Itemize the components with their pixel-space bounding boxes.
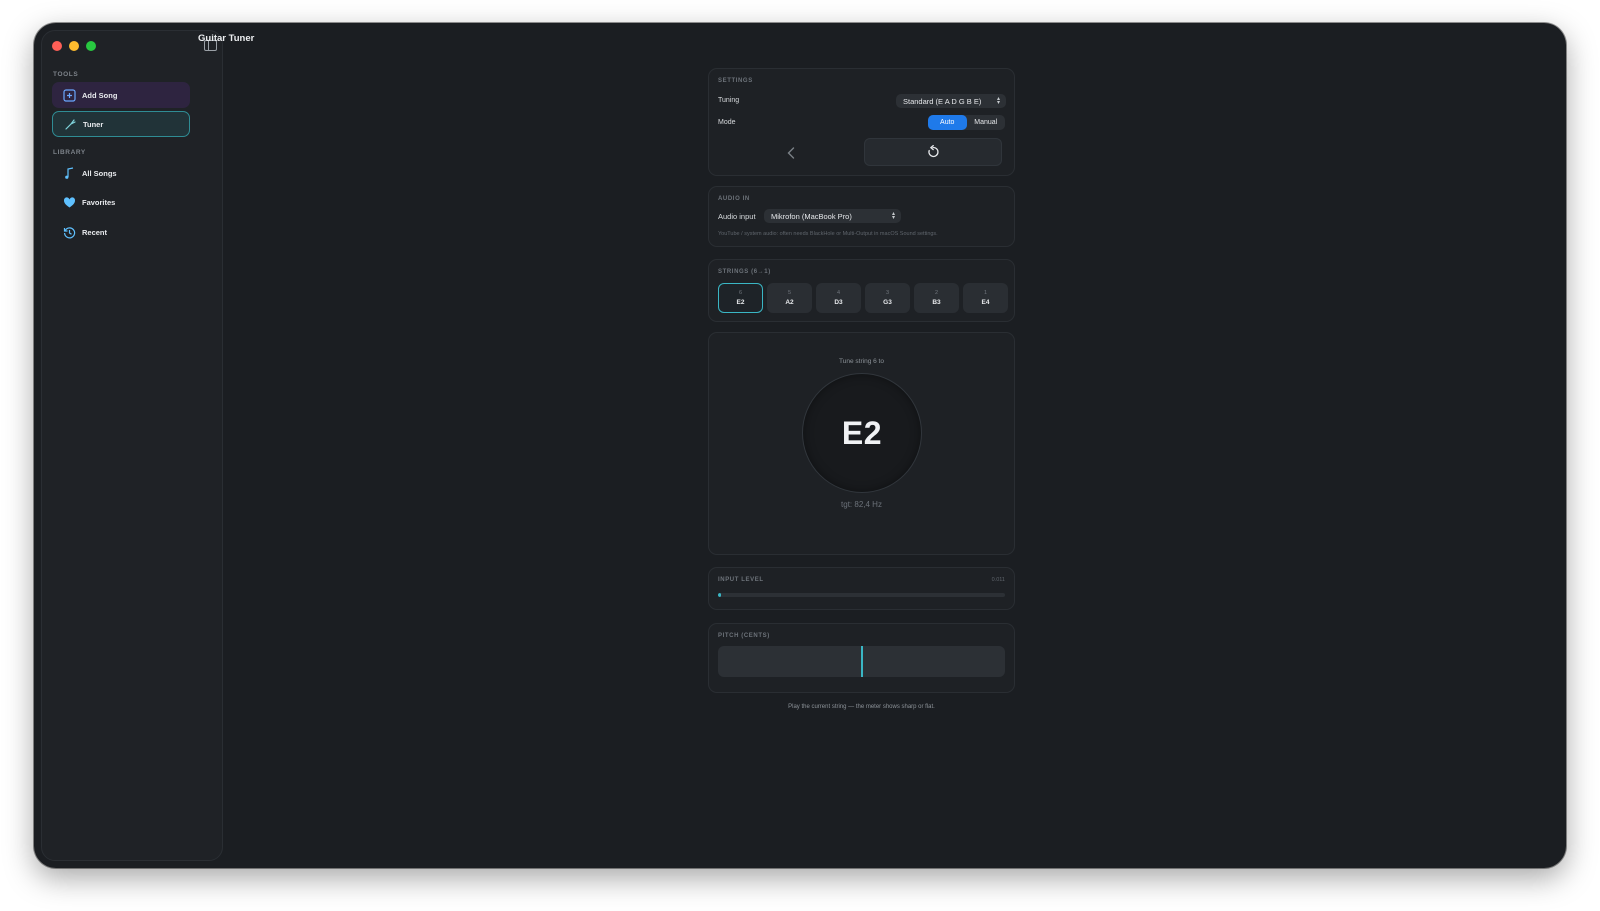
string-number: 3 (885, 290, 890, 296)
tools-section-label: TOOLS (53, 71, 79, 78)
history-icon (62, 225, 76, 239)
zoom-window-button[interactable] (86, 41, 96, 51)
tuning-fork-icon (63, 117, 77, 131)
sidebar-item-label: All Songs (82, 168, 117, 178)
audio-in-card: AUDIO IN Audio input Mikrofon (MacBook P… (708, 186, 1015, 247)
mode-segmented-control: Auto Manual (928, 115, 1005, 130)
string-note: B3 (932, 299, 941, 306)
strings-card: STRINGS (6→1) 6 E2 5 A2 4 D3 3 G3 2 B3 1… (708, 259, 1015, 322)
audio-input-label: Audio input (718, 212, 756, 221)
sidebar-item-favorites[interactable]: Favorites (52, 189, 190, 215)
string-button-5[interactable]: 5 A2 (767, 283, 812, 313)
previous-string-button[interactable] (784, 145, 798, 161)
string-note: G3 (883, 299, 892, 306)
pitch-meter (718, 646, 1005, 677)
audio-input-hint: YouTube / system audio: often needs Blac… (718, 231, 938, 237)
sidebar: TOOLS Add Song Tuner LIBRARY All Songs F (41, 30, 223, 861)
sidebar-item-all-songs[interactable]: All Songs (52, 160, 190, 186)
string-note: E4 (981, 299, 990, 306)
input-level-card: INPUT LEVEL 0.011 (708, 567, 1015, 610)
window-title: Guitar Tuner (198, 33, 255, 44)
sidebar-item-label: Add Song (82, 90, 118, 100)
reset-arrow-icon (928, 145, 939, 158)
pitch-card: PITCH (CENTS) (708, 623, 1015, 693)
window-controls (52, 41, 96, 51)
chevron-updown-icon: ▴ ▾ (996, 96, 1000, 106)
audio-input-select[interactable]: Mikrofon (MacBook Pro) ▴ ▾ (764, 209, 901, 223)
string-number: 1 (983, 290, 988, 296)
strings-section-label: STRINGS (6→1) (718, 269, 771, 275)
string-button-3[interactable]: 3 G3 (865, 283, 910, 313)
footer-instructions: Play the current string — the meter show… (788, 704, 935, 710)
tuning-label: Tuning (718, 97, 740, 104)
input-level-label: INPUT LEVEL (718, 577, 764, 583)
sidebar-item-tuner[interactable]: Tuner (52, 111, 190, 137)
sidebar-item-label: Favorites (82, 197, 116, 207)
chevron-updown-icon: ▴ ▾ (891, 211, 895, 221)
settings-card: SETTINGS Tuning Standard (E A D G B E) ▴… (708, 68, 1015, 176)
pitch-label: PITCH (CENTS) (718, 633, 770, 639)
string-number: 5 (787, 290, 792, 296)
mode-auto-option[interactable]: Auto (928, 115, 967, 130)
note-dial: E2 (802, 373, 922, 493)
string-number: 2 (934, 290, 939, 296)
string-selector: 6 E2 5 A2 4 D3 3 G3 2 B3 1 E4 (718, 283, 1008, 313)
target-frequency: tgt: 82,4 Hz (841, 500, 882, 509)
input-level-fill (718, 593, 722, 597)
audio-in-section-label: AUDIO IN (718, 196, 750, 202)
close-window-button[interactable] (52, 41, 62, 51)
string-button-6[interactable]: 6 E2 (718, 283, 763, 313)
tune-caption: Tune string 6 to (839, 358, 884, 365)
audio-input-value: Mikrofon (MacBook Pro) (771, 211, 852, 221)
string-button-4[interactable]: 4 D3 (816, 283, 861, 313)
mode-label: Mode (718, 119, 736, 126)
string-number: 6 (738, 290, 743, 296)
app-window: TOOLS Add Song Tuner LIBRARY All Songs F (34, 23, 1566, 868)
library-section-label: LIBRARY (53, 149, 86, 156)
settings-section-label: SETTINGS (718, 78, 753, 84)
sidebar-item-label: Recent (82, 227, 108, 237)
target-note: E2 (841, 414, 883, 451)
chevron-left-icon (787, 147, 795, 159)
plus-square-icon (62, 88, 76, 102)
sidebar-item-add-song[interactable]: Add Song (52, 82, 190, 108)
string-note: E2 (736, 299, 745, 306)
input-level-value: 0.011 (991, 577, 1005, 583)
tuner-display-card: Tune string 6 to E2 tgt: 82,4 Hz (708, 332, 1015, 555)
sidebar-item-label: Tuner (83, 119, 104, 129)
minimize-window-button[interactable] (69, 41, 79, 51)
music-note-icon (62, 166, 76, 180)
pitch-needle (860, 646, 863, 677)
sidebar-item-recent[interactable]: Recent (52, 219, 190, 245)
input-level-meter (718, 593, 1005, 597)
reset-button[interactable] (864, 138, 1002, 166)
string-note: A2 (785, 299, 794, 306)
tuning-select-value: Standard (E A D G B E) (903, 96, 982, 106)
heart-icon (62, 195, 76, 209)
mode-manual-option[interactable]: Manual (967, 115, 1006, 130)
tuning-select[interactable]: Standard (E A D G B E) ▴ ▾ (896, 94, 1006, 108)
string-number: 4 (836, 290, 841, 296)
string-button-1[interactable]: 1 E4 (963, 283, 1008, 313)
string-note: D3 (834, 299, 843, 306)
string-button-2[interactable]: 2 B3 (914, 283, 959, 313)
